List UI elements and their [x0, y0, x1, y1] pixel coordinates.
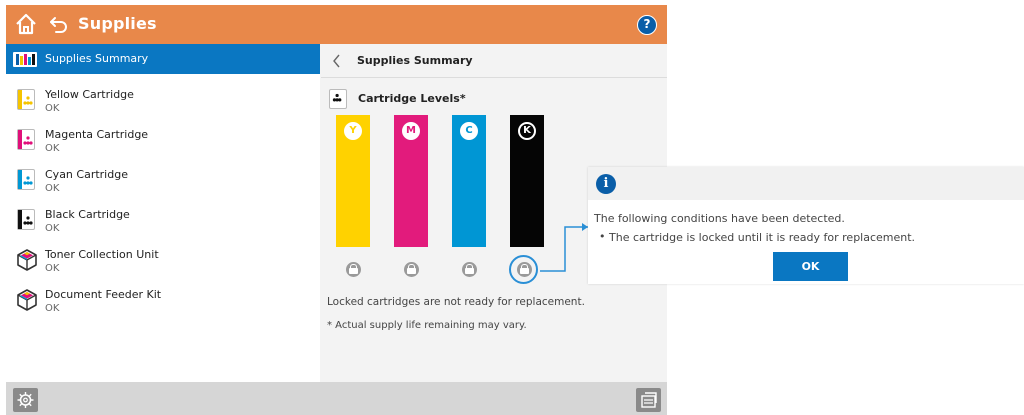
- dialog-message: The following conditions have been detec…: [594, 212, 845, 225]
- list-item-name: Magenta Cartridge: [45, 128, 149, 141]
- black-level-bar: K: [510, 115, 544, 247]
- supplies-summary-icon: [13, 52, 37, 67]
- list-item-name: Yellow Cartridge: [45, 88, 134, 101]
- cartridge-levels-title: Cartridge Levels*: [358, 92, 466, 105]
- lock-icon[interactable]: [462, 262, 477, 277]
- list-item-name: Black Cartridge: [45, 208, 130, 221]
- list-item-cyan-cartridge[interactable]: Cyan Cartridge OK: [6, 163, 320, 203]
- dialog-header: i: [588, 167, 1024, 200]
- supplies-list: Supplies Summary Yellow Cartridge OK Mag…: [6, 44, 320, 382]
- cyan-letter-badge: C: [460, 122, 478, 140]
- list-item-status: OK: [45, 103, 60, 114]
- black-cartridge-icon: [17, 209, 35, 230]
- list-item-supplies-summary[interactable]: Supplies Summary: [6, 44, 320, 74]
- copy-icon[interactable]: [636, 388, 661, 412]
- magenta-letter-badge: M: [402, 122, 420, 140]
- list-item-status: OK: [45, 183, 60, 194]
- home-icon[interactable]: [14, 12, 38, 36]
- yellow-cartridge-icon: [17, 89, 35, 110]
- lock-highlight-ring: [509, 255, 538, 284]
- list-item-status: OK: [45, 143, 60, 154]
- pane-header: Supplies Summary: [321, 44, 667, 78]
- list-item-toner-collection-unit[interactable]: Toner Collection Unit OK: [6, 243, 320, 283]
- list-item-status: OK: [45, 263, 60, 274]
- settings-gear-icon[interactable]: [13, 388, 38, 412]
- list-item-name: Document Feeder Kit: [45, 288, 162, 301]
- list-item-black-cartridge[interactable]: Black Cartridge OK: [6, 203, 320, 243]
- info-icon: i: [596, 174, 616, 194]
- magenta-level-bar: M: [394, 115, 428, 247]
- locked-note: Locked cartridges are not ready for repl…: [327, 296, 585, 308]
- footer-bar: [6, 382, 667, 415]
- cartridge-levels-icon: [329, 89, 347, 109]
- magenta-cartridge-icon: [17, 129, 35, 150]
- black-letter-badge: K: [518, 122, 536, 140]
- cyan-level-bar: C: [452, 115, 486, 247]
- list-item-label: Supplies Summary: [45, 52, 149, 65]
- list-item-document-feeder-kit[interactable]: Document Feeder Kit OK: [6, 283, 320, 323]
- document-feeder-kit-icon: [17, 289, 37, 311]
- back-arrow-icon[interactable]: [48, 13, 70, 35]
- list-item-name: Cyan Cartridge: [45, 168, 128, 181]
- info-dialog: i The following conditions have been det…: [588, 167, 1024, 284]
- help-button[interactable]: ?: [637, 15, 657, 35]
- yellow-level-bar: Y: [336, 115, 370, 247]
- yellow-letter-badge: Y: [344, 122, 362, 140]
- dialog-bullet: The cartridge is locked until it is read…: [599, 230, 915, 244]
- toner-collection-unit-icon: [17, 249, 37, 271]
- list-item-status: OK: [45, 303, 60, 314]
- ok-button[interactable]: OK: [773, 252, 848, 281]
- list-item-magenta-cartridge[interactable]: Magenta Cartridge OK: [6, 123, 320, 163]
- pane-title: Supplies Summary: [357, 54, 473, 67]
- list-item-status: OK: [45, 223, 60, 234]
- list-item-name: Toner Collection Unit: [45, 248, 159, 261]
- header-bar: Supplies ?: [6, 5, 667, 44]
- lock-icon[interactable]: [346, 262, 361, 277]
- cyan-cartridge-icon: [17, 169, 35, 190]
- chevron-left-icon[interactable]: [331, 53, 343, 69]
- page-title: Supplies: [78, 14, 157, 33]
- lock-icon[interactable]: [404, 262, 419, 277]
- supply-life-note: * Actual supply life remaining may vary.: [327, 320, 527, 331]
- list-item-yellow-cartridge[interactable]: Yellow Cartridge OK: [6, 83, 320, 123]
- control-panel: Supplies ? Supplies Summary Yellow Cartr…: [6, 5, 667, 415]
